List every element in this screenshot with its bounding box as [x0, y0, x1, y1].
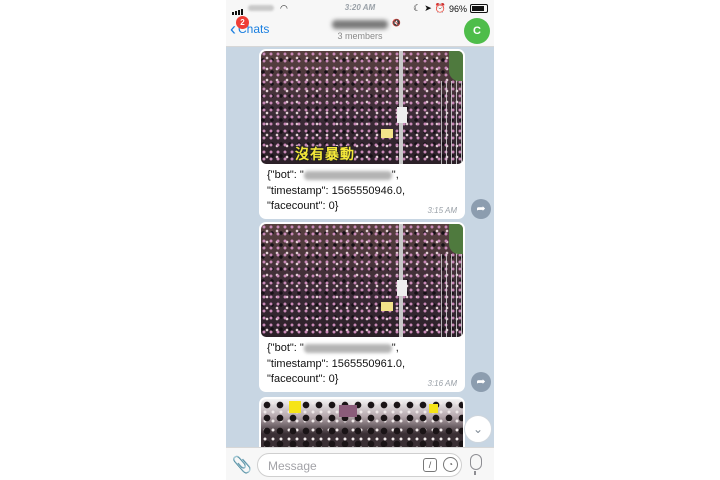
photo-fence: [441, 81, 463, 164]
photo-sign: [339, 405, 357, 417]
facecount-line: "facecount": 0}: [267, 373, 339, 385]
paperclip-icon[interactable]: 📎: [232, 455, 252, 475]
photo-sign: [381, 302, 393, 311]
message-photo[interactable]: 沒有暴動: [261, 51, 463, 164]
photo-sign: [381, 129, 393, 138]
face-marker: [429, 404, 438, 413]
message-bubble[interactable]: {"bot": " ", "timestamp": 1565550961.0, "…: [259, 222, 465, 392]
share-arrow-icon: ➦: [476, 203, 486, 215]
bot-key: {"bot": ": [267, 342, 304, 354]
unread-badge: 2: [236, 16, 249, 29]
bot-close: ",: [391, 169, 399, 181]
photo-fence: [441, 254, 463, 337]
photo-banner: [397, 280, 407, 296]
photo-tree: [449, 51, 463, 81]
battery-percent: 96%: [448, 3, 467, 14]
status-bar: ◠ 3:20 AM ☾ ➤ ⏰ 96%: [226, 0, 494, 16]
bot-name-redacted: [303, 343, 392, 353]
facecount-line: "facecount": 0}: [267, 200, 339, 212]
face-marker: [289, 401, 301, 413]
message-list[interactable]: 沒有暴動 {"bot": " ", "timestamp": 1565550946…: [226, 47, 494, 457]
moon-icon: ☾: [413, 3, 422, 13]
photo-banner: [397, 107, 407, 123]
bot-name-redacted: [303, 170, 392, 180]
message-input[interactable]: [266, 457, 420, 475]
battery-icon: [470, 4, 488, 13]
mute-icon: 🔇: [392, 20, 401, 27]
bot-key: {"bot": ": [267, 169, 304, 181]
chat-title-redacted[interactable]: [332, 20, 388, 29]
scroll-down-button[interactable]: ⌄: [464, 415, 492, 443]
message-bubble[interactable]: 沒有暴動 {"bot": " ", "timestamp": 1565550946…: [259, 49, 465, 219]
share-button[interactable]: ➦: [471, 199, 491, 219]
message-field[interactable]: / ◔: [257, 453, 462, 477]
message-photo[interactable]: [261, 224, 463, 337]
timestamp-line: "timestamp": 1565550961.0,: [267, 357, 406, 370]
chat-avatar[interactable]: C: [464, 18, 490, 44]
nav-bar: ‹ Chats 2 🔇 3 members C: [226, 16, 494, 47]
sticker-icon[interactable]: ◔: [443, 457, 458, 472]
slash-command-icon[interactable]: /: [423, 458, 437, 472]
share-button[interactable]: ➦: [471, 372, 491, 392]
bot-close: ",: [391, 342, 399, 354]
location-icon: ➤: [424, 3, 432, 13]
microphone-icon[interactable]: [470, 454, 482, 475]
alarm-icon: ⏰: [434, 3, 446, 13]
chat-subtitle[interactable]: 3 members: [226, 31, 494, 41]
photo-tree: [449, 224, 463, 254]
message-time: 3:16 AM: [427, 379, 458, 388]
chevron-down-icon: ⌄: [472, 422, 484, 436]
share-arrow-icon: ➦: [476, 376, 486, 388]
message-time: 3:15 AM: [427, 206, 458, 215]
status-right: ☾ ➤ ⏰ 96%: [413, 3, 488, 14]
timestamp-line: "timestamp": 1565550946.0,: [267, 184, 406, 197]
photo-caption: 沒有暴動: [295, 147, 355, 163]
phone-screen: ◠ 3:20 AM ☾ ➤ ⏰ 96% ‹ Chats 2 🔇 3 member…: [226, 0, 494, 480]
input-bar: 📎 / ◔: [226, 447, 494, 480]
